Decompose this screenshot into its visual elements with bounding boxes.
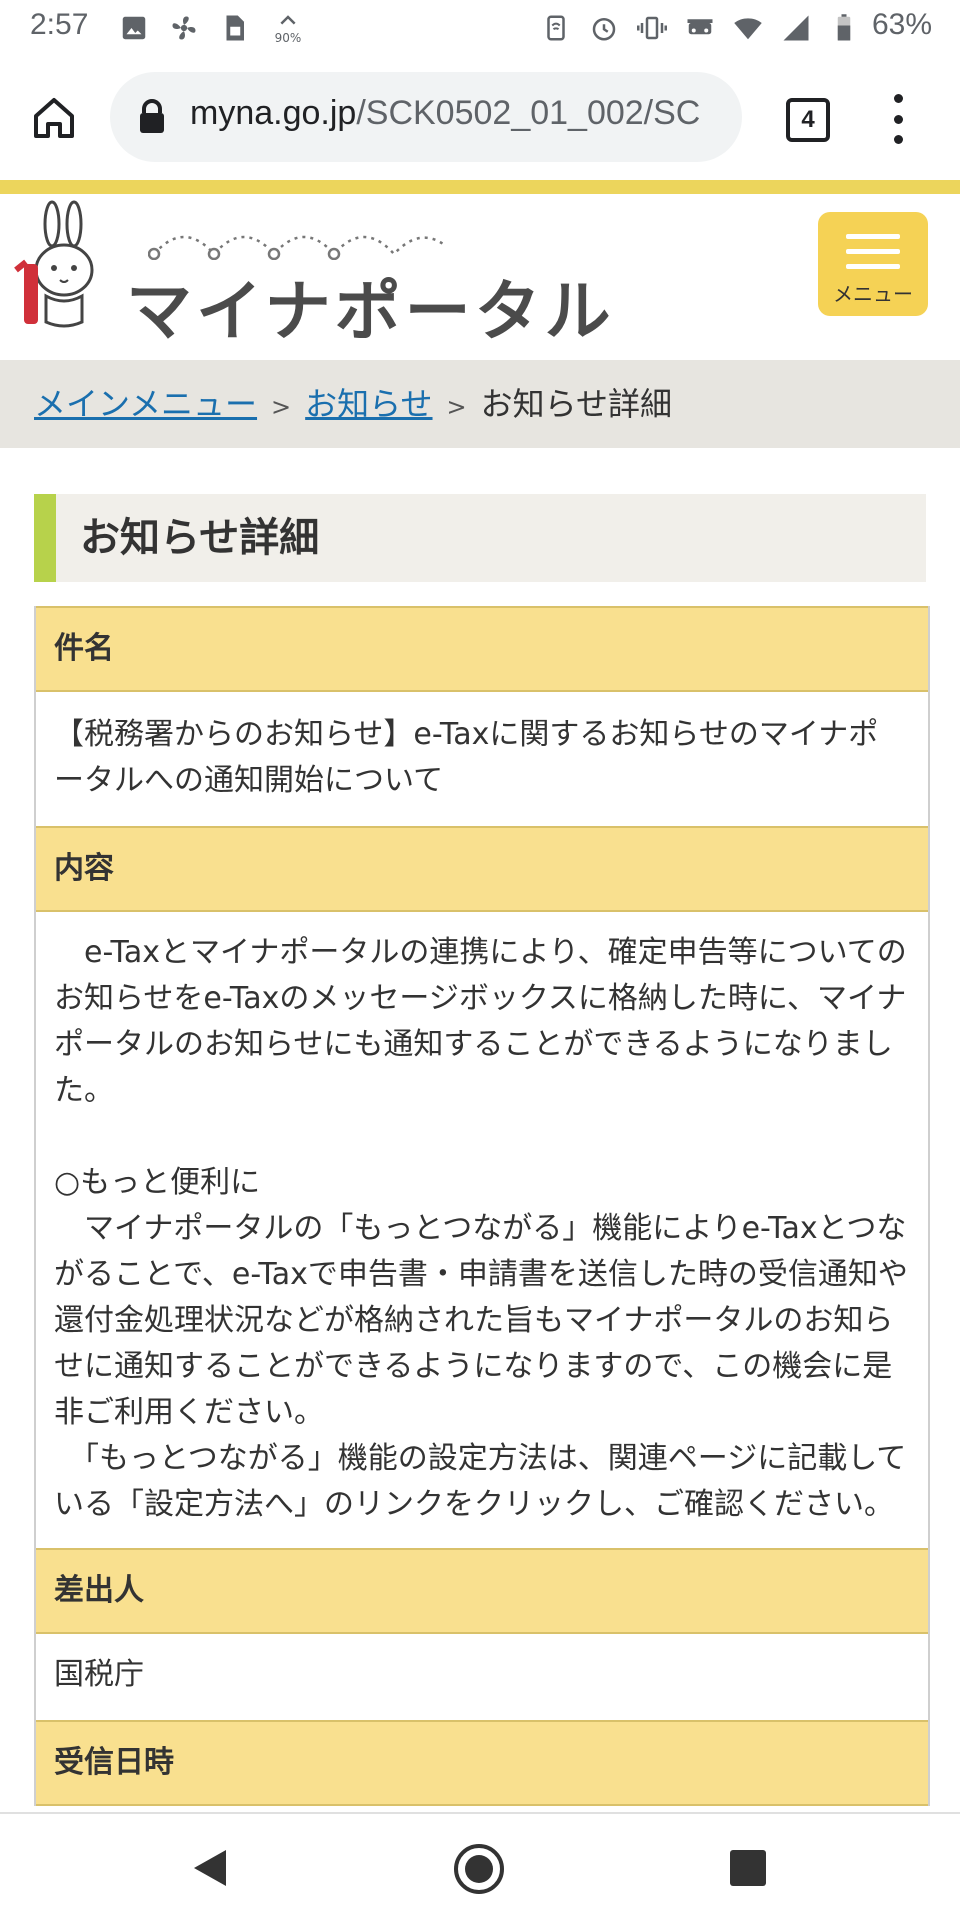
wifi-icon — [732, 12, 764, 44]
system-navigation-bar — [0, 1812, 960, 1922]
battery-icon — [828, 12, 860, 44]
breadcrumb: メインメニュー > お知らせ > お知らせ詳細 — [0, 360, 960, 448]
header-accent-line — [0, 180, 960, 194]
logo-arc-icon — [148, 235, 447, 260]
url-domain: myna.go.jp — [190, 94, 357, 132]
browser-toolbar: myna.go.jp/SCK0502_01_002/SC 4 — [0, 58, 960, 180]
breadcrumb-separator: > — [271, 393, 292, 421]
home-nav-icon[interactable] — [452, 1842, 506, 1896]
notice-detail-table: 件名 【税務署からのお知らせ】e-Taxに関するお知らせのマイナポータルへの通知… — [34, 606, 930, 1806]
content-label: 内容 — [36, 826, 928, 912]
page-title-box: お知らせ詳細 — [34, 494, 926, 582]
breadcrumb-current: お知らせ詳細 — [480, 385, 673, 423]
title-accent-bar — [34, 494, 56, 582]
vibrate-icon — [636, 12, 668, 44]
url-text: myna.go.jp/SCK0502_01_002/SC — [190, 94, 730, 133]
subject-value: 【税務署からのお知らせ】e-Taxに関するお知らせのマイナポータルへの通知開始に… — [36, 692, 928, 826]
status-time: 2:57 — [30, 8, 89, 41]
more-options-icon[interactable] — [880, 94, 916, 144]
subject-text: 【税務署からのお知らせ】e-Taxに関するお知らせのマイナポータルへの通知開始に… — [54, 717, 879, 798]
content-paragraph: マイナポータルの「もっとつながる」機能によりe-Taxとつながることで、e-Ta… — [54, 1211, 908, 1430]
content-paragraph: 「もっとつながる」機能の設定方法は、関連ページに記載している「設定方法へ」のリン… — [54, 1441, 907, 1522]
menu-button[interactable]: メニュー — [818, 212, 928, 316]
fan-icon — [168, 12, 200, 44]
subject-label: 件名 — [36, 606, 928, 692]
tab-switcher-button[interactable]: 4 — [786, 98, 830, 142]
received-label: 受信日時 — [36, 1720, 928, 1806]
page-title: お知らせ詳細 — [80, 515, 320, 561]
alarm-icon — [588, 12, 620, 44]
site-logo[interactable]: マイナポータル — [126, 216, 611, 350]
home-icon[interactable] — [24, 88, 84, 148]
breadcrumb-separator: > — [446, 393, 467, 421]
signal-icon — [780, 12, 812, 44]
sim-icon — [218, 12, 250, 44]
status-bar: 2:57 90% 63% — [0, 0, 960, 58]
recent-apps-icon[interactable] — [730, 1850, 766, 1886]
hamburger-icon — [846, 234, 900, 279]
breadcrumb-link-main-menu[interactable]: メインメニュー — [34, 385, 257, 423]
content-paragraph: e-Taxとマイナポータルの連携により、確定申告等についてのお知らせをe-Tax… — [54, 935, 907, 1108]
data-saver-icon: 90% — [268, 12, 308, 44]
lock-icon — [140, 99, 164, 133]
content-heading: ○もっと便利に — [54, 1165, 261, 1200]
nfc-icon — [540, 12, 572, 44]
battery-percent: 63% — [871, 8, 932, 41]
sender-value: 国税庁 — [36, 1634, 928, 1720]
url-path: /SCK0502_01_002/SC — [356, 94, 701, 132]
mascot-rabbit-icon — [14, 200, 94, 328]
content-value: e-Taxとマイナポータルの連携により、確定申告等についてのお知らせをe-Tax… — [36, 912, 928, 1548]
url-bar[interactable]: myna.go.jp/SCK0502_01_002/SC — [110, 72, 742, 162]
menu-label: メニュー — [833, 282, 913, 306]
site-header: マイナポータル メニュー — [0, 194, 960, 360]
data-badge: 90% — [274, 31, 302, 45]
sender-text: 国税庁 — [54, 1657, 144, 1692]
sender-label: 差出人 — [36, 1548, 928, 1634]
breadcrumb-link-notices[interactable]: お知らせ — [305, 385, 432, 423]
image-icon — [118, 12, 150, 44]
back-icon[interactable] — [190, 1848, 230, 1888]
car-icon — [684, 12, 716, 44]
logo-text: マイナポータル — [126, 273, 615, 350]
